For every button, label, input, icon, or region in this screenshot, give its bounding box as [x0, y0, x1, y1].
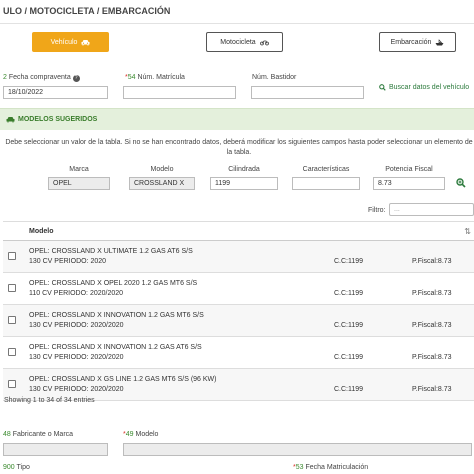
table-row[interactable]: OPEL: CROSSLAND X INNOVATION 1.2 GAS MT6…	[3, 305, 474, 337]
motorcycle-icon	[259, 40, 269, 45]
sort-icon[interactable]: ⇅	[464, 227, 471, 236]
boat-type-button[interactable]: Embarcación	[379, 32, 456, 52]
table-header: Modelo ⇅	[3, 221, 474, 241]
matricula-input[interactable]	[123, 86, 236, 99]
models-table: Modelo ⇅ OPEL: CROSSLAND X ULTIMATE 1.2 …	[3, 221, 474, 401]
modelo-field[interactable]: CROSSLAND X	[129, 177, 195, 190]
matricula-label: *54 Núm. Matrícula	[125, 74, 185, 81]
row-cc: C.C:1199	[334, 386, 364, 393]
filter-input[interactable]: ...	[389, 203, 474, 216]
table-info: Showing 1 to 34 of 34 entries	[4, 397, 95, 404]
fabricante-label: 48 Fabricante o Marca	[3, 431, 74, 438]
filter-label: Filtro:	[368, 207, 386, 214]
table-row[interactable]: OPEL: CROSSLAND X INNOVATION 1.2 GAS AT6…	[3, 337, 474, 369]
row-checkbox[interactable]	[8, 316, 16, 324]
row-cc: C.C:1199	[334, 258, 364, 265]
row-cc: C.C:1199	[334, 290, 364, 297]
row-checkbox[interactable]	[8, 380, 16, 388]
row-pfiscal: P.Fiscal:8.73	[412, 386, 452, 393]
info-text: Debe seleccionar un valor de la tabla. S…	[5, 139, 473, 156]
modelo-bottom-field[interactable]	[123, 443, 472, 456]
row-cc: C.C:1199	[334, 354, 364, 361]
table-row[interactable]: OPEL: CROSSLAND X ULTIMATE 1.2 GAS AT6 S…	[3, 241, 474, 273]
row-detail: 130 CV PERIODO: 2020/2020	[29, 322, 124, 329]
row-pfiscal: P.Fiscal:8.73	[412, 290, 452, 297]
row-model: OPEL: CROSSLAND X INNOVATION 1.2 GAS MT6…	[29, 312, 204, 319]
caracteristicas-label: Características	[302, 166, 350, 173]
page-title: ULO / MOTOCICLETA / EMBARCACIÓN	[3, 6, 171, 16]
row-model: OPEL: CROSSLAND X GS LINE 1.2 GAS MT6 S/…	[29, 376, 217, 383]
marca-label: Marca	[69, 166, 89, 173]
tipo-label: 900 Tipo	[3, 464, 30, 471]
row-checkbox[interactable]	[8, 252, 16, 260]
row-model: OPEL: CROSSLAND X OPEL 2020 1.2 GAS MT6 …	[29, 280, 198, 287]
row-detail: 130 CV PERIODO: 2020/2020	[29, 354, 124, 361]
car-icon	[6, 117, 15, 123]
bastidor-label: Núm. Bastidor	[252, 74, 297, 81]
row-checkbox[interactable]	[8, 284, 16, 292]
marca-field[interactable]: OPEL	[48, 177, 110, 190]
search-icon[interactable]	[456, 178, 466, 188]
row-detail: 130 CV PERIODO: 2020/2020	[29, 386, 124, 393]
buscar-datos-label: Buscar datos del vehículo	[389, 84, 470, 91]
row-model: OPEL: CROSSLAND X INNOVATION 1.2 GAS AT6…	[29, 344, 202, 351]
fecha-label: 2 Fecha compraventa ?	[3, 74, 80, 82]
cilindrada-label: Cilindrada	[228, 166, 260, 173]
modelo-label: Modelo	[150, 166, 174, 173]
fecha-input[interactable]: 18/10/2022	[3, 86, 108, 99]
modelo-column-header[interactable]: Modelo	[29, 228, 54, 235]
suggested-models-header: MODELOS SUGERIDOS	[0, 108, 474, 130]
car-icon	[81, 39, 90, 45]
motorcycle-type-label: Motocicleta	[220, 38, 256, 46]
fabricante-field[interactable]	[3, 443, 108, 456]
cilindrada-field[interactable]: 1199	[210, 177, 278, 190]
row-pfiscal: P.Fiscal:8.73	[412, 258, 452, 265]
modelo-bottom-label: *49 Modelo	[123, 431, 159, 438]
vehicle-type-button[interactable]: Vehículo	[32, 32, 109, 52]
row-model: OPEL: CROSSLAND X ULTIMATE 1.2 GAS AT6 S…	[29, 248, 193, 255]
row-detail: 110 CV PERIODO: 2020/2020	[29, 290, 124, 297]
boat-icon	[435, 39, 444, 45]
boat-type-label: Embarcación	[390, 38, 432, 46]
row-detail: 130 CV PERIODO: 2020	[29, 258, 107, 265]
potencia-fiscal-label: Potencia Fiscal	[385, 166, 433, 173]
fecha-matriculacion-label: *53 Fecha Matriculación	[293, 464, 369, 471]
potencia-fiscal-field[interactable]: 8.73	[373, 177, 445, 190]
bastidor-input[interactable]	[251, 86, 364, 99]
row-checkbox[interactable]	[8, 348, 16, 356]
caracteristicas-field[interactable]	[292, 177, 360, 190]
vehicle-type-label: Vehículo	[50, 38, 78, 46]
buscar-datos-link[interactable]: Buscar datos del vehículo	[379, 84, 469, 91]
motorcycle-type-button[interactable]: Motocicleta	[206, 32, 283, 52]
suggested-models-title: MODELOS SUGERIDOS	[18, 116, 98, 123]
help-icon: ?	[72, 75, 80, 82]
title-bar: ULO / MOTOCICLETA / EMBARCACIÓN	[0, 0, 474, 24]
row-pfiscal: P.Fiscal:8.73	[412, 322, 452, 329]
search-icon	[379, 84, 386, 91]
row-pfiscal: P.Fiscal:8.73	[412, 354, 452, 361]
row-cc: C.C:1199	[334, 322, 364, 329]
table-row[interactable]: OPEL: CROSSLAND X OPEL 2020 1.2 GAS MT6 …	[3, 273, 474, 305]
